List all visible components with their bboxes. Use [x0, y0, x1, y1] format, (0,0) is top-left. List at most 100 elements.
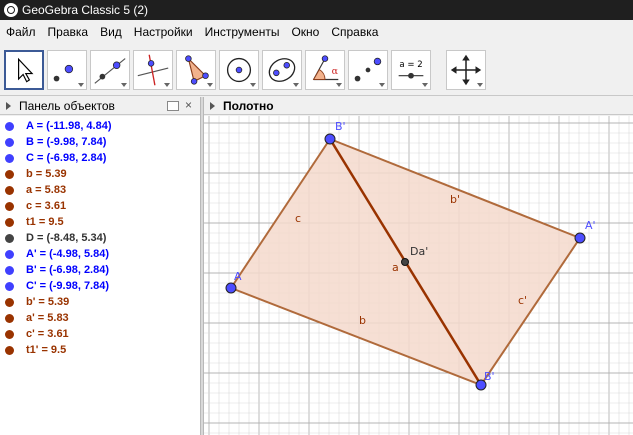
label-b-prime: b'	[450, 193, 460, 206]
graphics-panel-header: Полотно	[204, 97, 633, 115]
algebra-item-text: D = (-8.48, 5.34)	[26, 232, 107, 244]
visibility-dot-icon[interactable]	[5, 313, 14, 323]
point-tool[interactable]	[47, 50, 87, 90]
algebra-item[interactable]: a' = 5.83	[0, 310, 200, 326]
algebra-item[interactable]: t1' = 9.5	[0, 342, 200, 358]
tool-menu-indicator-icon	[477, 83, 483, 87]
algebra-item[interactable]: C' = (-9.98, 7.84)	[0, 278, 200, 294]
menu-file[interactable]: Файл	[0, 20, 42, 44]
algebra-item[interactable]: b' = 5.39	[0, 294, 200, 310]
visibility-dot-icon[interactable]	[5, 217, 14, 227]
polygon-tool[interactable]	[176, 50, 216, 90]
algebra-item[interactable]: B' = (-6.98, 2.84)	[0, 262, 200, 278]
visibility-dot-icon[interactable]	[5, 329, 14, 339]
visibility-dot-icon[interactable]	[5, 201, 14, 211]
label-point-a-prime: A'	[585, 219, 596, 232]
ellipse-tool[interactable]	[262, 50, 302, 90]
algebra-item[interactable]: c = 3.61	[0, 198, 200, 214]
algebra-item[interactable]: a = 5.83	[0, 182, 200, 198]
algebra-item[interactable]: D = (-8.48, 5.34)	[0, 230, 200, 246]
algebra-item-text: t1 = 9.5	[26, 216, 64, 228]
menu-settings[interactable]: Настройки	[128, 20, 199, 44]
tool-menu-indicator-icon	[250, 83, 256, 87]
algebra-item-text: t1' = 9.5	[26, 344, 67, 356]
window-title: GeoGebra Classic 5 (2)	[22, 3, 149, 17]
point-b-prime-top[interactable]	[324, 133, 336, 145]
label-c-prime: c'	[518, 294, 527, 307]
arrow-pointer-icon	[18, 57, 34, 83]
label-point-a: A	[234, 270, 242, 283]
algebra-item-text: A = (-11.98, 4.84)	[26, 120, 112, 132]
tool-menu-indicator-icon	[379, 83, 385, 87]
menu-tools[interactable]: Инструменты	[199, 20, 286, 44]
algebra-panel-header: Панель объектов ×	[0, 97, 200, 115]
visibility-dot-icon[interactable]	[5, 137, 14, 147]
graphics-panel-title: Полотно	[223, 98, 274, 113]
menu-bar: Файл Правка Вид Настройки Инструменты Ок…	[0, 20, 633, 44]
visibility-dot-icon[interactable]	[5, 185, 14, 195]
close-icon[interactable]: ×	[185, 99, 197, 111]
label-point-d: Da'	[410, 245, 428, 258]
tool-menu-indicator-icon	[293, 83, 299, 87]
perpendicular-tool[interactable]	[133, 50, 173, 90]
menu-help[interactable]: Справка	[325, 20, 384, 44]
move-tool[interactable]	[4, 50, 44, 90]
geogebra-window: GeoGebra Classic 5 (2) Файл Правка Вид Н…	[0, 0, 633, 435]
tool-menu-indicator-icon	[207, 83, 213, 87]
undock-icon[interactable]	[167, 101, 179, 111]
algebra-item[interactable]: B = (-9.98, 7.84)	[0, 134, 200, 150]
tool-menu-indicator-icon	[121, 83, 127, 87]
visibility-dot-icon[interactable]	[5, 345, 14, 355]
title-bar: GeoGebra Classic 5 (2)	[0, 0, 633, 20]
algebra-item[interactable]: A' = (-4.98, 5.84)	[0, 246, 200, 262]
svg-text:a = 2: a = 2	[399, 60, 422, 70]
visibility-dot-icon[interactable]	[5, 121, 14, 131]
algebra-item[interactable]: C = (-6.98, 2.84)	[0, 150, 200, 166]
collapse-triangle-icon[interactable]	[6, 101, 11, 110]
tool-menu-indicator-icon	[336, 83, 342, 87]
move-view-tool[interactable]	[446, 50, 486, 90]
algebra-item-text: c = 3.61	[26, 200, 67, 212]
algebra-item[interactable]: b = 5.39	[0, 166, 200, 182]
circle-tool[interactable]	[219, 50, 259, 90]
line-tool[interactable]	[90, 50, 130, 90]
label-b: b	[359, 314, 366, 327]
tool-menu-indicator-icon	[164, 83, 170, 87]
collapse-triangle-icon[interactable]	[210, 101, 215, 110]
menu-window[interactable]: Окно	[285, 20, 325, 44]
graphics-canvas[interactable]: c b' a c' b A B' A' B' Da'	[204, 116, 633, 435]
point-a[interactable]	[225, 282, 237, 294]
algebra-item-text: B' = (-6.98, 2.84)	[26, 264, 110, 276]
visibility-dot-icon[interactable]	[5, 281, 14, 291]
visibility-dot-icon[interactable]	[5, 153, 14, 163]
point-a-prime[interactable]	[574, 232, 586, 244]
geogebra-logo-icon	[4, 3, 18, 17]
algebra-item-text: c' = 3.61	[26, 328, 69, 340]
visibility-dot-icon[interactable]	[5, 265, 14, 275]
menu-edit[interactable]: Правка	[42, 20, 95, 44]
label-c: c	[295, 212, 301, 225]
menu-view[interactable]: Вид	[94, 20, 128, 44]
visibility-dot-icon[interactable]	[5, 233, 14, 243]
visibility-dot-icon[interactable]	[5, 249, 14, 259]
algebra-item-text: B = (-9.98, 7.84)	[26, 136, 107, 148]
algebra-item-text: C = (-6.98, 2.84)	[26, 152, 107, 164]
point-d[interactable]	[401, 258, 409, 266]
angle-tool[interactable]: α	[305, 50, 345, 90]
visibility-dot-icon[interactable]	[5, 169, 14, 179]
toolbar: α a = 2	[0, 44, 633, 96]
graphics-view[interactable]: c b' a c' b A B' A' B' Da'	[204, 116, 633, 435]
algebra-item-text: a' = 5.83	[26, 312, 69, 324]
algebra-item[interactable]: A = (-11.98, 4.84)	[0, 118, 200, 134]
algebra-view: A = (-11.98, 4.84) B = (-9.98, 7.84) C =…	[0, 116, 200, 435]
algebra-item[interactable]: c' = 3.61	[0, 326, 200, 342]
algebra-item-text: b' = 5.39	[26, 296, 70, 308]
slider-tool[interactable]: a = 2	[391, 50, 431, 90]
reflect-tool[interactable]	[348, 50, 388, 90]
visibility-dot-icon[interactable]	[5, 297, 14, 307]
algebra-item-text: a = 5.83	[26, 184, 67, 196]
svg-text:α: α	[332, 66, 339, 77]
algebra-item-text: C' = (-9.98, 7.84)	[26, 280, 110, 292]
algebra-item[interactable]: t1 = 9.5	[0, 214, 200, 230]
tool-menu-indicator-icon	[78, 83, 84, 87]
